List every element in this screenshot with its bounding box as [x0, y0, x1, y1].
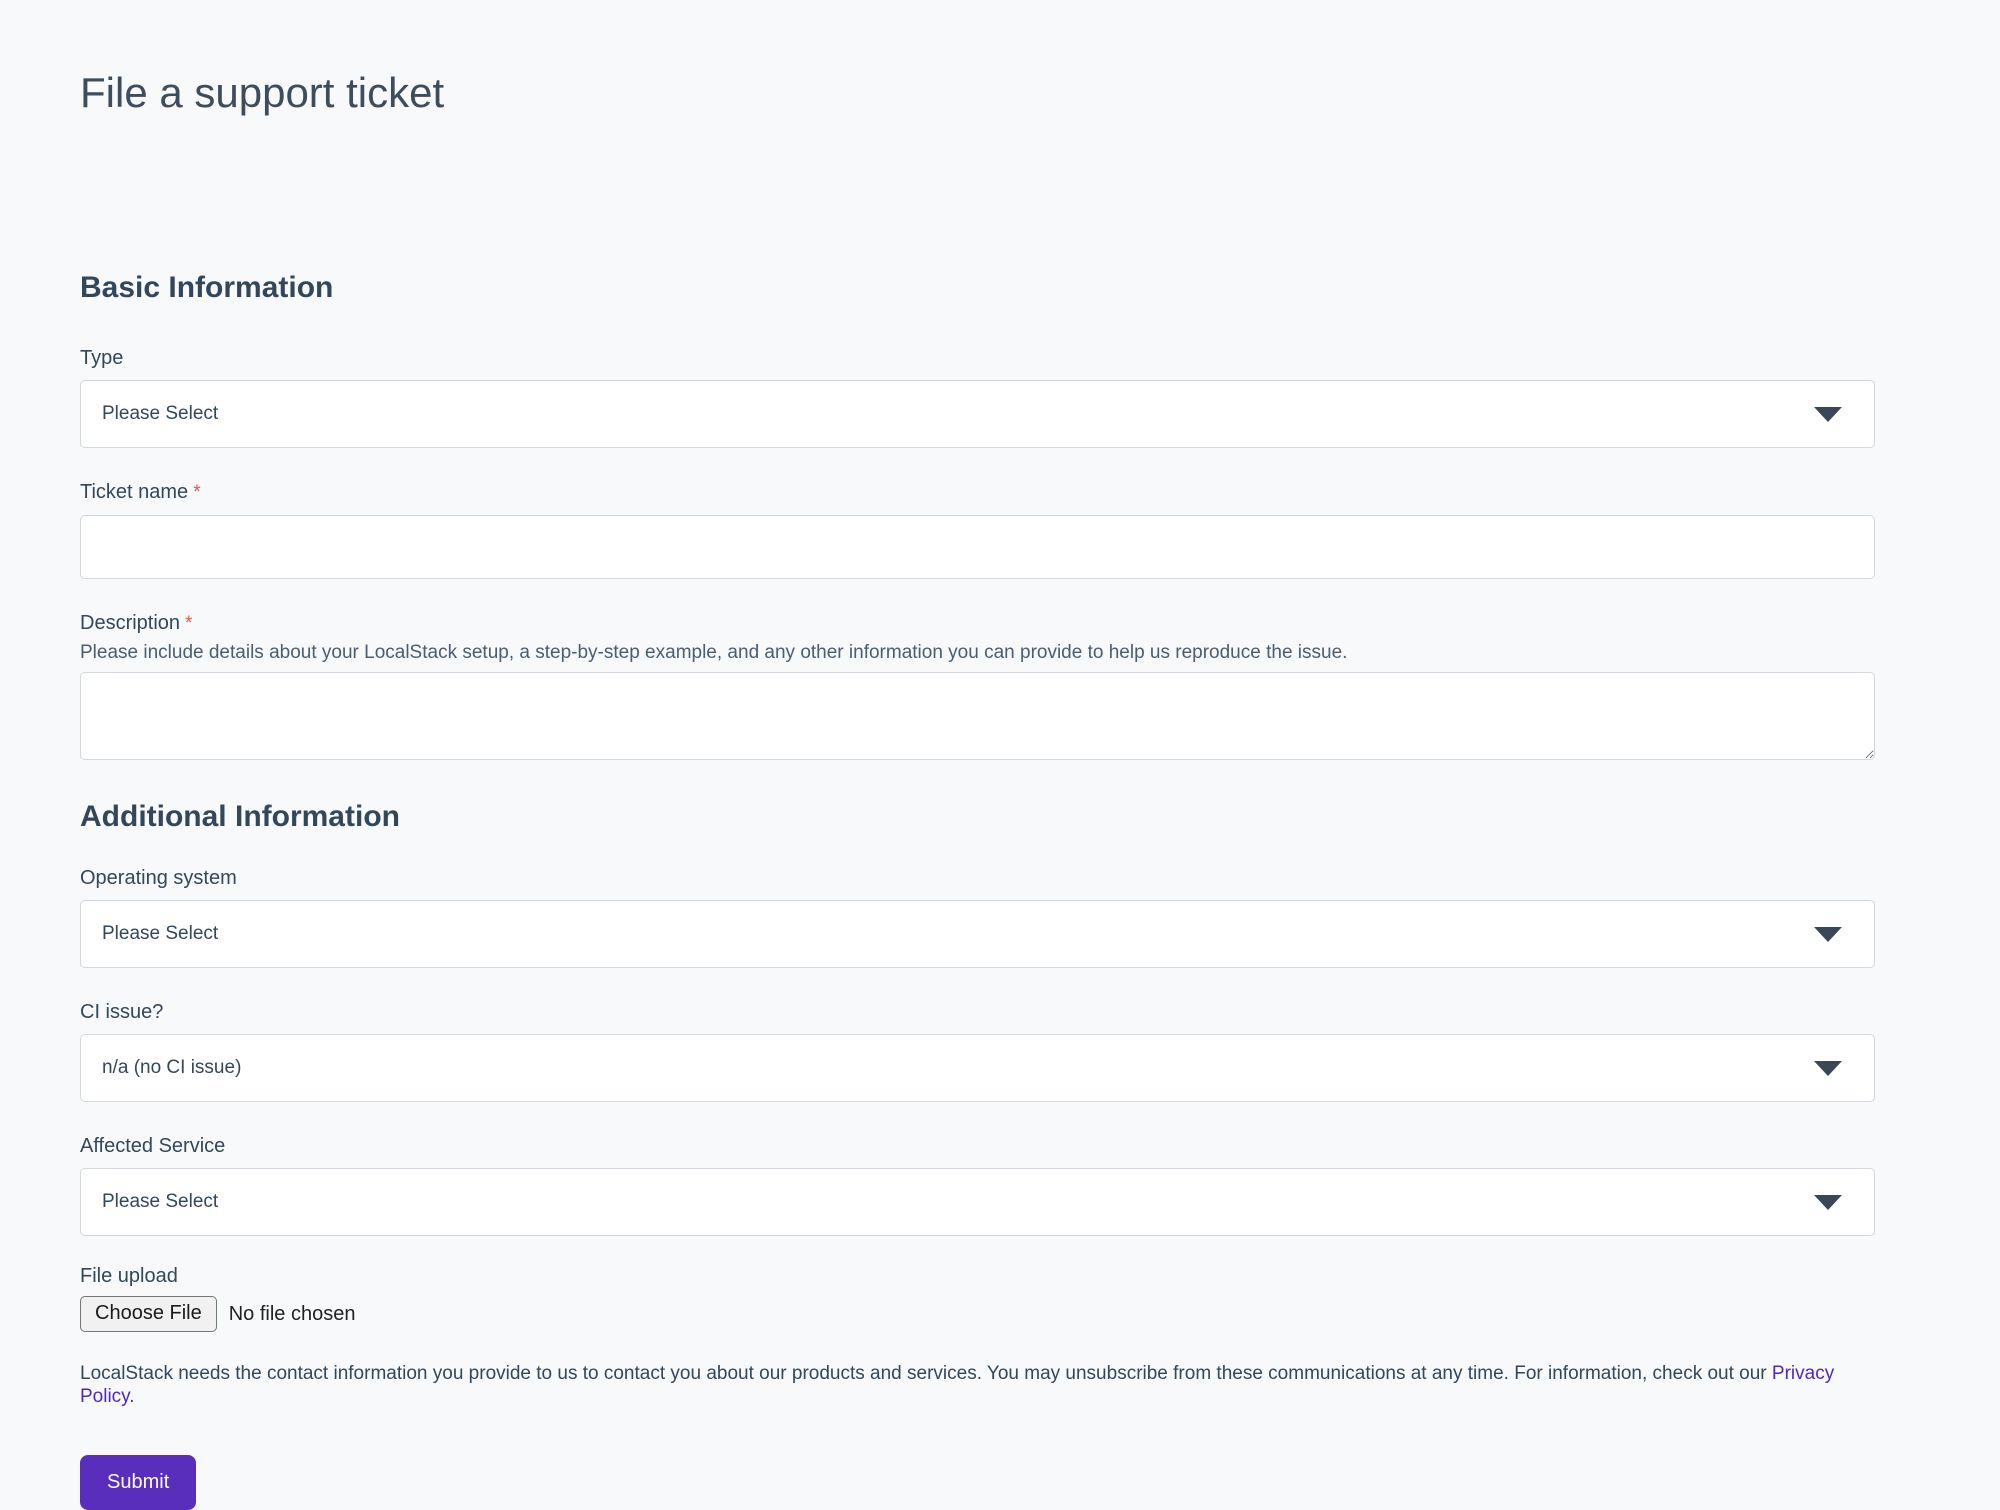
- description-help-text: Please include details about your LocalS…: [80, 642, 1875, 664]
- description-field: Description* Please include details abou…: [80, 611, 1875, 760]
- support-ticket-form: Basic Information Type Please Select Tic…: [80, 270, 1875, 1510]
- type-label: Type: [80, 346, 1875, 370]
- chevron-down-icon: [1814, 407, 1842, 422]
- type-field: Type Please Select: [80, 346, 1875, 448]
- operating-system-select-value: Please Select: [102, 923, 218, 945]
- affected-service-select-value: Please Select: [102, 1191, 218, 1213]
- support-ticket-page: File a support ticket Basic Information …: [0, 0, 2000, 1510]
- privacy-notice: LocalStack needs the contact information…: [80, 1362, 1875, 1408]
- ticket-name-label: Ticket name*: [80, 480, 1875, 505]
- additional-information-heading: Additional Information: [80, 799, 1875, 835]
- ci-issue-field: CI issue? n/a (no CI issue): [80, 1000, 1875, 1102]
- chevron-down-icon: [1814, 1195, 1842, 1210]
- required-asterisk: *: [193, 482, 200, 503]
- privacy-notice-text: LocalStack needs the contact information…: [80, 1363, 1772, 1384]
- submit-button[interactable]: Submit: [80, 1455, 196, 1510]
- required-asterisk: *: [185, 613, 192, 634]
- operating-system-field: Operating system Please Select: [80, 866, 1875, 968]
- description-label: Description*: [80, 611, 1875, 636]
- ci-issue-select[interactable]: n/a (no CI issue): [80, 1034, 1875, 1102]
- type-select[interactable]: Please Select: [80, 380, 1875, 448]
- file-upload-label: File upload: [80, 1264, 1875, 1288]
- ci-issue-label: CI issue?: [80, 1000, 1875, 1024]
- file-upload-row: Choose File No file chosen: [80, 1296, 1875, 1332]
- page-title: File a support ticket: [80, 68, 1875, 118]
- choose-file-button[interactable]: Choose File: [80, 1296, 217, 1332]
- chevron-down-icon: [1814, 1061, 1842, 1076]
- description-label-text: Description: [80, 612, 180, 634]
- chevron-down-icon: [1814, 927, 1842, 942]
- ticket-name-input[interactable]: [80, 515, 1875, 579]
- ci-issue-select-value: n/a (no CI issue): [102, 1057, 241, 1079]
- ticket-name-label-text: Ticket name: [80, 481, 188, 503]
- ticket-name-field: Ticket name*: [80, 480, 1875, 579]
- file-chosen-status: No file chosen: [229, 1303, 356, 1326]
- operating-system-label: Operating system: [80, 866, 1875, 890]
- affected-service-select[interactable]: Please Select: [80, 1168, 1875, 1236]
- description-textarea[interactable]: [80, 672, 1875, 760]
- file-upload-field: File upload Choose File No file chosen: [80, 1264, 1875, 1332]
- basic-information-heading: Basic Information: [80, 270, 1875, 306]
- operating-system-select[interactable]: Please Select: [80, 900, 1875, 968]
- type-select-value: Please Select: [102, 403, 218, 425]
- affected-service-field: Affected Service Please Select: [80, 1134, 1875, 1236]
- affected-service-label: Affected Service: [80, 1134, 1875, 1158]
